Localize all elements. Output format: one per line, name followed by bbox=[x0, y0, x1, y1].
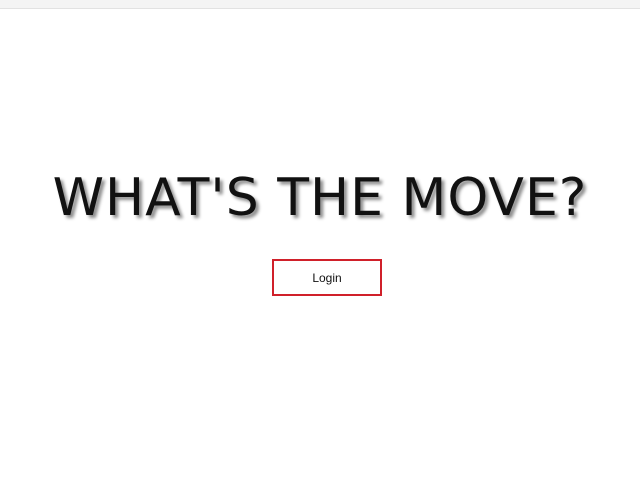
login-button[interactable]: Login bbox=[272, 259, 382, 296]
page-title: WHAT'S THE MOVE? bbox=[52, 168, 588, 228]
landing-hero: WHAT'S THE MOVE? Login bbox=[0, 0, 640, 480]
